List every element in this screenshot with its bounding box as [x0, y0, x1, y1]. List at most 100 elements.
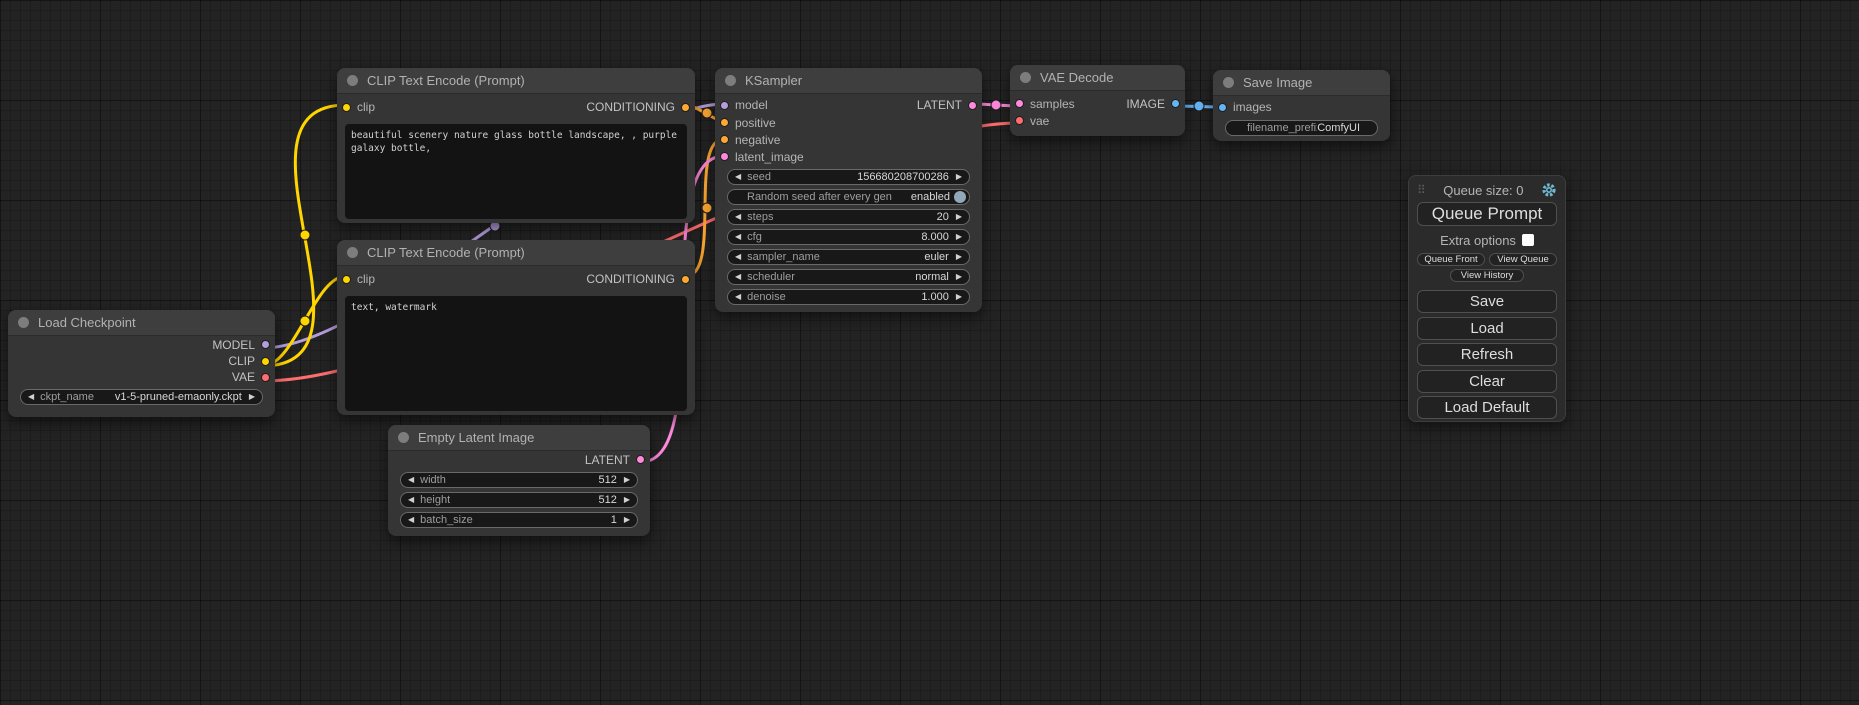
- extra-options-label: Extra options: [1440, 233, 1516, 248]
- collapse-dot-icon[interactable]: [347, 247, 358, 258]
- decrement-arrow-icon[interactable]: ◀: [735, 213, 741, 221]
- latent-image-input-slot[interactable]: [720, 152, 729, 161]
- steps-widget[interactable]: ◀ steps 20 ▶: [727, 209, 970, 225]
- toggle-knob[interactable]: [954, 191, 966, 203]
- decrement-arrow-icon[interactable]: ◀: [735, 233, 741, 241]
- queue-size-label: Queue size: 0: [1443, 183, 1523, 198]
- node-title-bar[interactable]: Empty Latent Image: [388, 425, 650, 451]
- wire-midpoint-dot: [1194, 101, 1204, 111]
- prompt-textarea[interactable]: beautiful scenery nature glass bottle la…: [345, 124, 687, 219]
- clip-output-slot[interactable]: [261, 357, 270, 366]
- clip-input-slot[interactable]: [342, 275, 351, 284]
- increment-arrow-icon[interactable]: ▶: [956, 213, 962, 221]
- decrement-arrow-icon[interactable]: ◀: [735, 273, 741, 281]
- clip-text-encode-node-negative[interactable]: CLIP Text Encode (Prompt) clip CONDITION…: [337, 240, 695, 415]
- drag-handle-icon[interactable]: ⠿: [1417, 183, 1426, 197]
- queue-panel: ⠿ Queue size: 0 Queue Prompt Extra optio…: [1408, 175, 1566, 422]
- increment-arrow-icon[interactable]: ▶: [956, 293, 962, 301]
- increment-arrow-icon[interactable]: ▶: [624, 496, 630, 504]
- decrement-arrow-icon[interactable]: ◀: [408, 496, 414, 504]
- view-queue-button[interactable]: View Queue: [1489, 253, 1557, 266]
- collapse-dot-icon[interactable]: [18, 317, 29, 328]
- node-title-bar[interactable]: Load Checkpoint: [8, 310, 275, 336]
- node-title: Save Image: [1243, 75, 1312, 90]
- node-title-bar[interactable]: VAE Decode: [1010, 65, 1185, 91]
- node-title: KSampler: [745, 73, 802, 88]
- view-history-button[interactable]: View History: [1450, 269, 1524, 282]
- model-output-slot[interactable]: [261, 340, 270, 349]
- scheduler-widget[interactable]: ◀ scheduler normal ▶: [727, 269, 970, 285]
- load-button[interactable]: Load: [1417, 317, 1557, 340]
- decrement-arrow-icon[interactable]: ◀: [735, 253, 741, 261]
- decrement-arrow-icon[interactable]: ◀: [28, 393, 34, 401]
- width-widget[interactable]: ◀ width 512 ▶: [400, 472, 638, 488]
- random-seed-toggle-widget[interactable]: Random seed after every gen enabled: [727, 189, 970, 205]
- latent-output-slot[interactable]: [636, 455, 645, 464]
- collapse-dot-icon[interactable]: [347, 75, 358, 86]
- queue-front-button[interactable]: Queue Front: [1417, 253, 1485, 266]
- model-input-slot[interactable]: [720, 101, 729, 110]
- sampler-name-widget[interactable]: ◀ sampler_name euler ▶: [727, 249, 970, 265]
- vae-input-slot[interactable]: [1015, 116, 1024, 125]
- negative-input-slot[interactable]: [720, 135, 729, 144]
- load-checkpoint-node[interactable]: Load Checkpoint MODEL CLIP VAE ◀ ckpt_na…: [8, 310, 275, 417]
- conditioning-output-slot[interactable]: [681, 103, 690, 112]
- denoise-widget[interactable]: ◀ denoise 1.000 ▶: [727, 289, 970, 305]
- ckpt-name-widget[interactable]: ◀ ckpt_name v1-5-pruned-emaonly.ckpt ▶: [20, 389, 263, 405]
- images-input-slot[interactable]: [1218, 103, 1227, 112]
- increment-arrow-icon[interactable]: ▶: [956, 253, 962, 261]
- extra-options-checkbox[interactable]: [1522, 234, 1534, 246]
- prompt-textarea[interactable]: text, watermark: [345, 296, 687, 411]
- node-title: VAE Decode: [1040, 70, 1113, 85]
- node-title: CLIP Text Encode (Prompt): [367, 245, 525, 260]
- increment-arrow-icon[interactable]: ▶: [956, 273, 962, 281]
- node-title-bar[interactable]: KSampler: [715, 68, 982, 94]
- wire-midpoint-dot: [702, 108, 712, 118]
- increment-arrow-icon[interactable]: ▶: [956, 173, 962, 181]
- empty-latent-image-node[interactable]: Empty Latent Image LATENT ◀ width 512 ▶ …: [388, 425, 650, 536]
- height-widget[interactable]: ◀ height 512 ▶: [400, 492, 638, 508]
- collapse-dot-icon[interactable]: [725, 75, 736, 86]
- node-title: Load Checkpoint: [38, 315, 136, 330]
- refresh-button[interactable]: Refresh: [1417, 343, 1557, 366]
- vae-decode-node[interactable]: VAE Decode samples IMAGE vae: [1010, 65, 1185, 136]
- node-title-bar[interactable]: CLIP Text Encode (Prompt): [337, 240, 695, 266]
- clip-input-slot[interactable]: [342, 103, 351, 112]
- cfg-widget[interactable]: ◀ cfg 8.000 ▶: [727, 229, 970, 245]
- collapse-dot-icon[interactable]: [398, 432, 409, 443]
- collapse-dot-icon[interactable]: [1020, 72, 1031, 83]
- increment-arrow-icon[interactable]: ▶: [624, 516, 630, 524]
- decrement-arrow-icon[interactable]: ◀: [408, 476, 414, 484]
- save-button[interactable]: Save: [1417, 290, 1557, 313]
- batch-size-widget[interactable]: ◀ batch_size 1 ▶: [400, 512, 638, 528]
- wire-midpoint-dot: [702, 203, 712, 213]
- node-title: CLIP Text Encode (Prompt): [367, 73, 525, 88]
- load-default-button[interactable]: Load Default: [1417, 396, 1557, 419]
- wire-midpoint-dot: [300, 230, 310, 240]
- vae-output-slot[interactable]: [261, 373, 270, 382]
- decrement-arrow-icon[interactable]: ◀: [408, 516, 414, 524]
- wire-midpoint-dot: [991, 100, 1001, 110]
- conditioning-output-slot[interactable]: [681, 275, 690, 284]
- ksampler-node[interactable]: KSampler model LATENT positive negative …: [715, 68, 982, 312]
- increment-arrow-icon[interactable]: ▶: [249, 393, 255, 401]
- decrement-arrow-icon[interactable]: ◀: [735, 173, 741, 181]
- image-output-slot[interactable]: [1171, 99, 1180, 108]
- save-image-node[interactable]: Save Image images filename_prefix ComfyU…: [1213, 70, 1390, 141]
- clip-text-encode-node-positive[interactable]: CLIP Text Encode (Prompt) clip CONDITION…: [337, 68, 695, 223]
- queue-prompt-button[interactable]: Queue Prompt: [1417, 202, 1557, 226]
- filename-prefix-widget[interactable]: filename_prefix ComfyUI: [1225, 120, 1378, 136]
- clear-button[interactable]: Clear: [1417, 370, 1557, 393]
- samples-input-slot[interactable]: [1015, 99, 1024, 108]
- node-graph-canvas[interactable]: CLIP Text Encode (Prompt) clip CONDITION…: [0, 0, 1859, 705]
- node-title-bar[interactable]: CLIP Text Encode (Prompt): [337, 68, 695, 94]
- seed-widget[interactable]: ◀ seed 156680208700286 ▶: [727, 169, 970, 185]
- decrement-arrow-icon[interactable]: ◀: [735, 293, 741, 301]
- increment-arrow-icon[interactable]: ▶: [624, 476, 630, 484]
- increment-arrow-icon[interactable]: ▶: [956, 233, 962, 241]
- node-title-bar[interactable]: Save Image: [1213, 70, 1390, 96]
- positive-input-slot[interactable]: [720, 118, 729, 127]
- settings-gear-icon[interactable]: [1541, 182, 1557, 198]
- collapse-dot-icon[interactable]: [1223, 77, 1234, 88]
- latent-output-slot[interactable]: [968, 101, 977, 110]
